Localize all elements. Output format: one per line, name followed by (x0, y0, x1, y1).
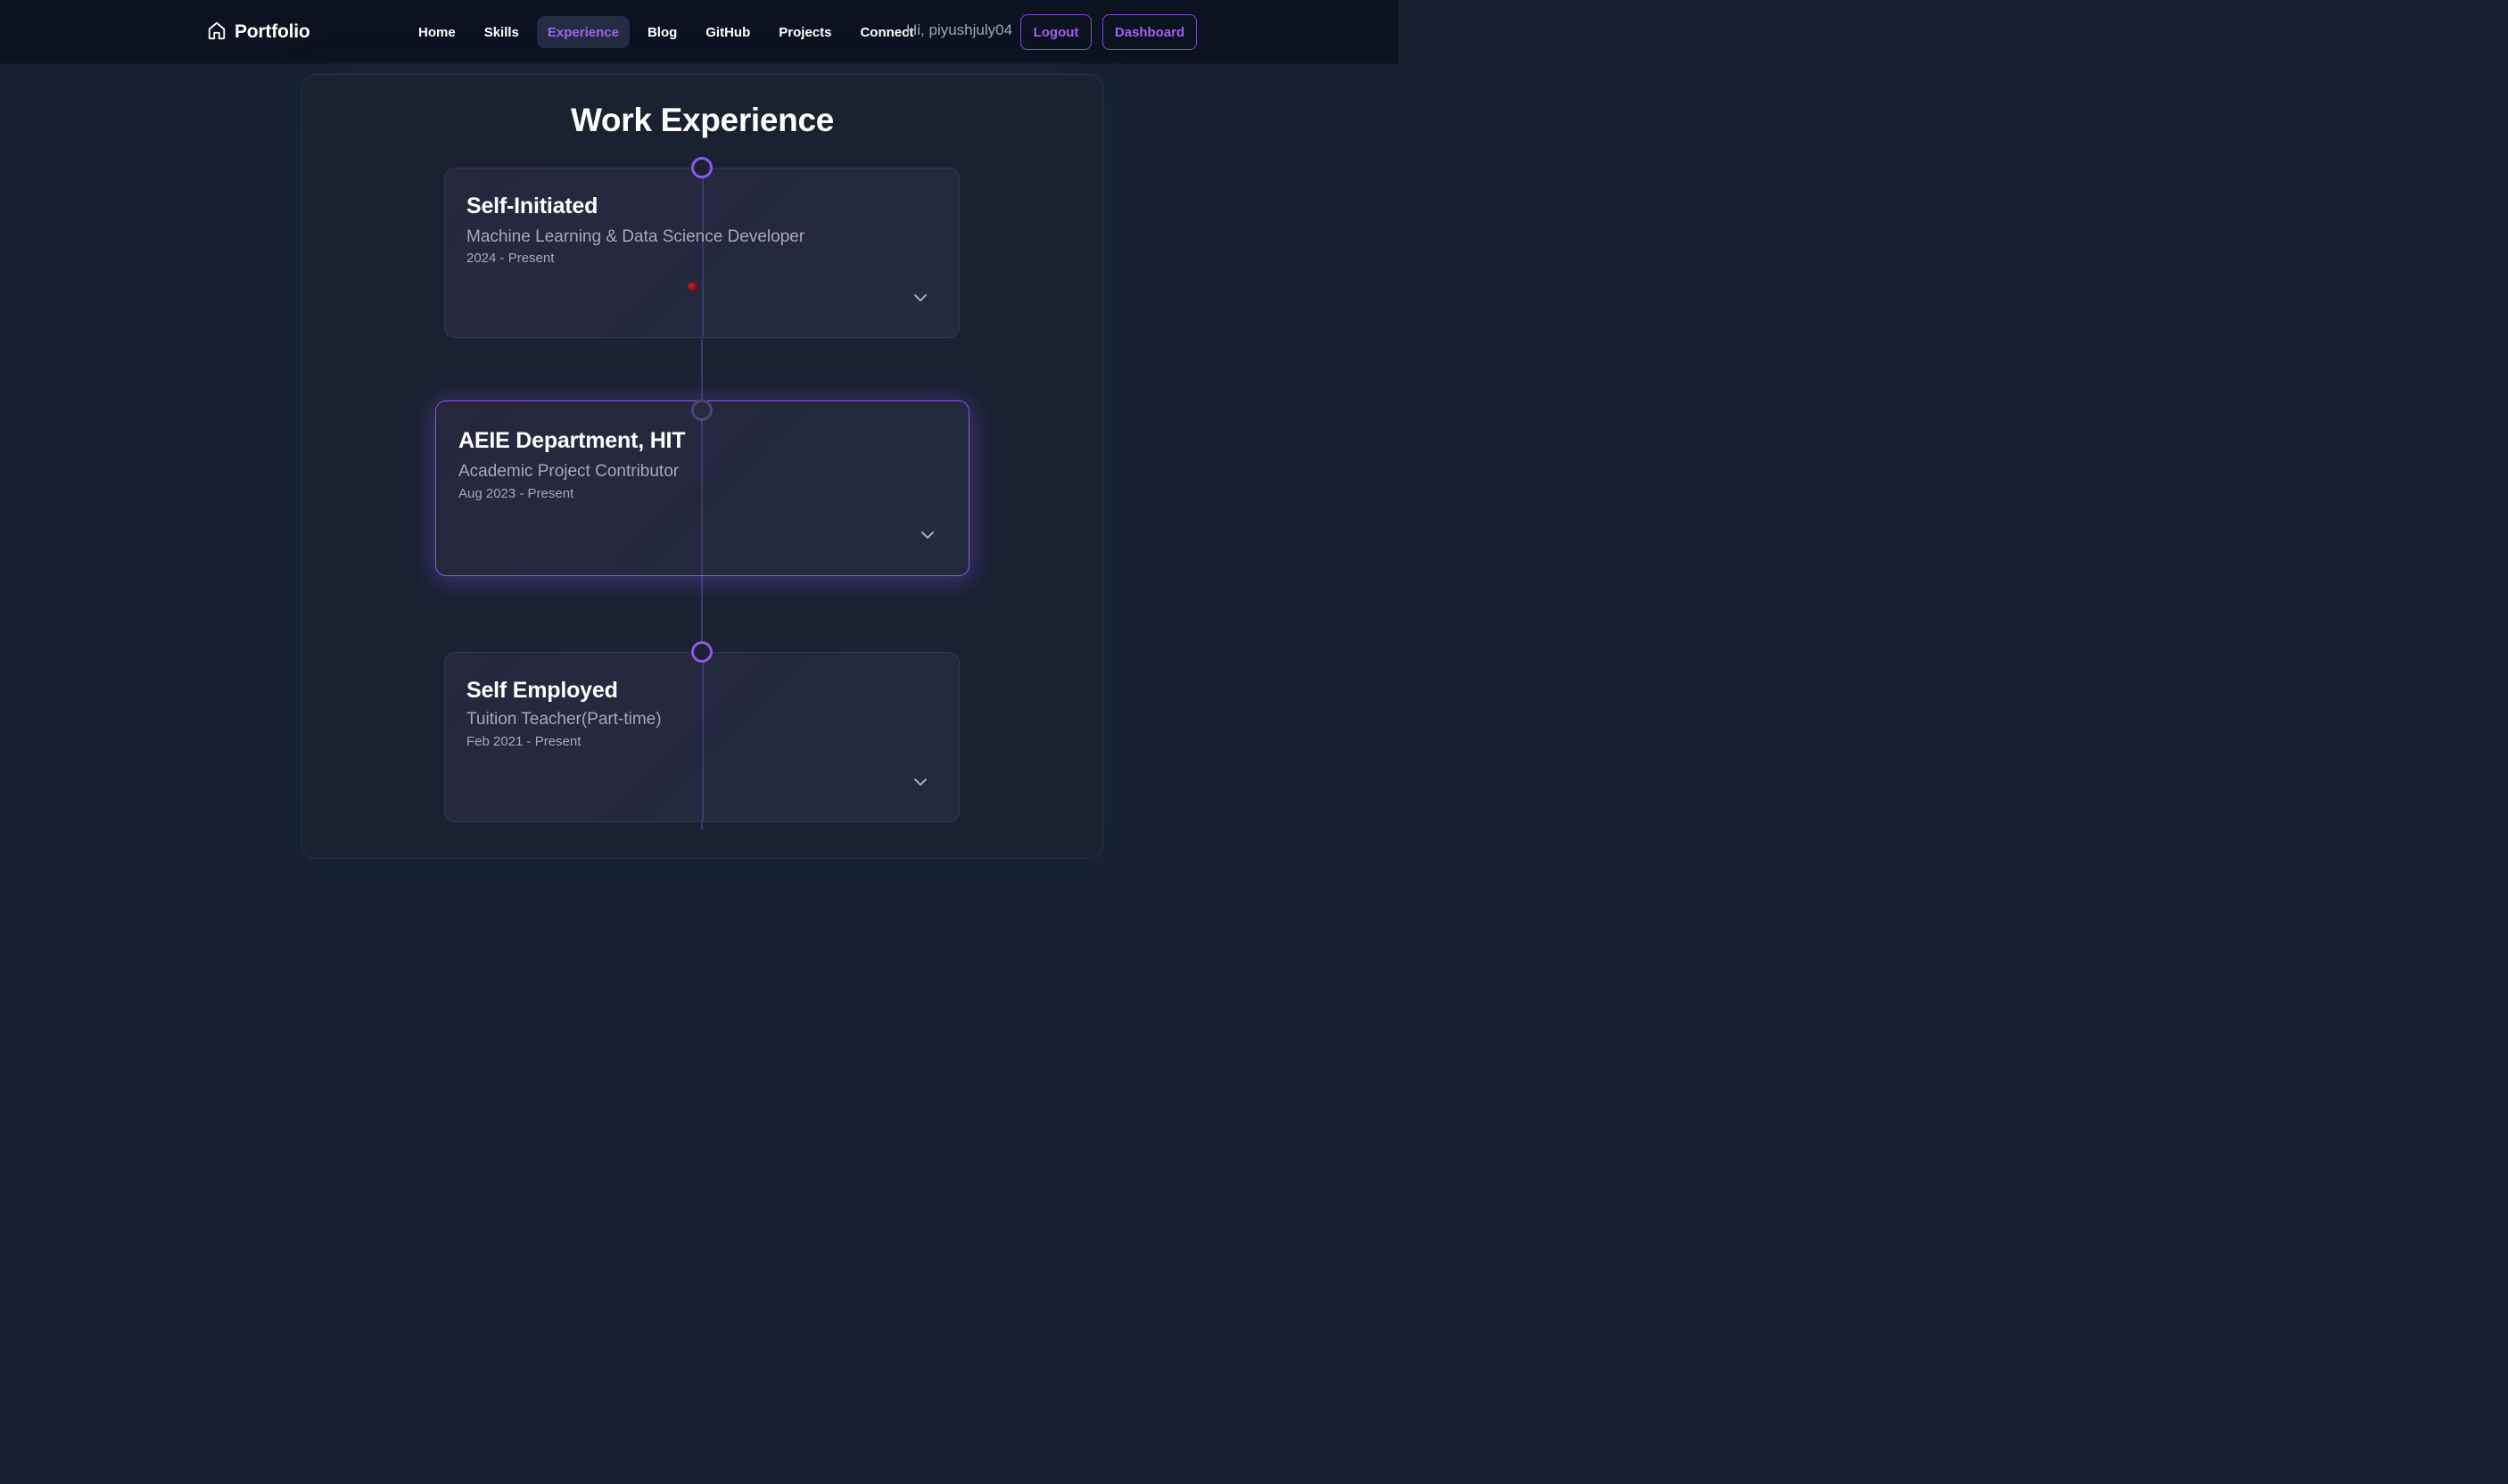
experience-role: Tuition Teacher(Part-time) (466, 710, 662, 729)
timeline-node (691, 157, 713, 178)
dashboard-button[interactable]: Dashboard (1102, 14, 1197, 50)
chevron-down-icon[interactable] (919, 526, 936, 544)
experience-period: Feb 2021 - Present (466, 734, 582, 749)
experience-card[interactable]: Self Employed Tuition Teacher(Part-time)… (444, 652, 960, 822)
home-icon (207, 21, 227, 45)
experience-company: AEIE Department, HIT (458, 428, 686, 453)
experience-role: Academic Project Contributor (458, 462, 680, 481)
nav-link-blog[interactable]: Blog (633, 16, 691, 48)
nav-link-github[interactable]: GitHub (691, 16, 764, 48)
experience-company: Self-Initiated (466, 194, 598, 218)
timeline-node (691, 641, 713, 663)
timeline-segment (702, 653, 704, 821)
top-navbar: Portfolio Home Skills Experience Blog Gi… (0, 0, 1398, 64)
nav-link-skills[interactable]: Skills (470, 16, 533, 48)
brand-link[interactable]: Portfolio (207, 19, 310, 45)
brand-label: Portfolio (235, 21, 310, 42)
page-title: Work Experience (570, 102, 835, 138)
experience-card[interactable]: Self-Initiated Machine Learning & Data S… (444, 168, 960, 338)
timeline-segment (701, 410, 703, 575)
nav-link-projects[interactable]: Projects (764, 16, 846, 48)
experience-card[interactable]: AEIE Department, HIT Academic Project Co… (435, 400, 969, 576)
chevron-down-icon[interactable] (912, 289, 929, 307)
logout-button[interactable]: Logout (1020, 14, 1092, 50)
timeline-node (691, 400, 713, 421)
experience-company: Self Employed (466, 678, 618, 703)
user-greeting: Hi, piyushjuly04 (906, 21, 1013, 38)
timeline-segment (702, 169, 704, 337)
nav-link-home[interactable]: Home (404, 16, 470, 48)
main-nav: Home Skills Experience Blog GitHub Proje… (404, 16, 928, 48)
experience-period: 2024 - Present (466, 251, 555, 266)
nav-link-experience[interactable]: Experience (536, 16, 630, 48)
chevron-down-icon[interactable] (912, 773, 929, 791)
experience-period: Aug 2023 - Present (458, 486, 574, 501)
experience-role: Machine Learning & Data Science Develope… (466, 227, 805, 246)
cursor-dot-icon (688, 282, 697, 292)
